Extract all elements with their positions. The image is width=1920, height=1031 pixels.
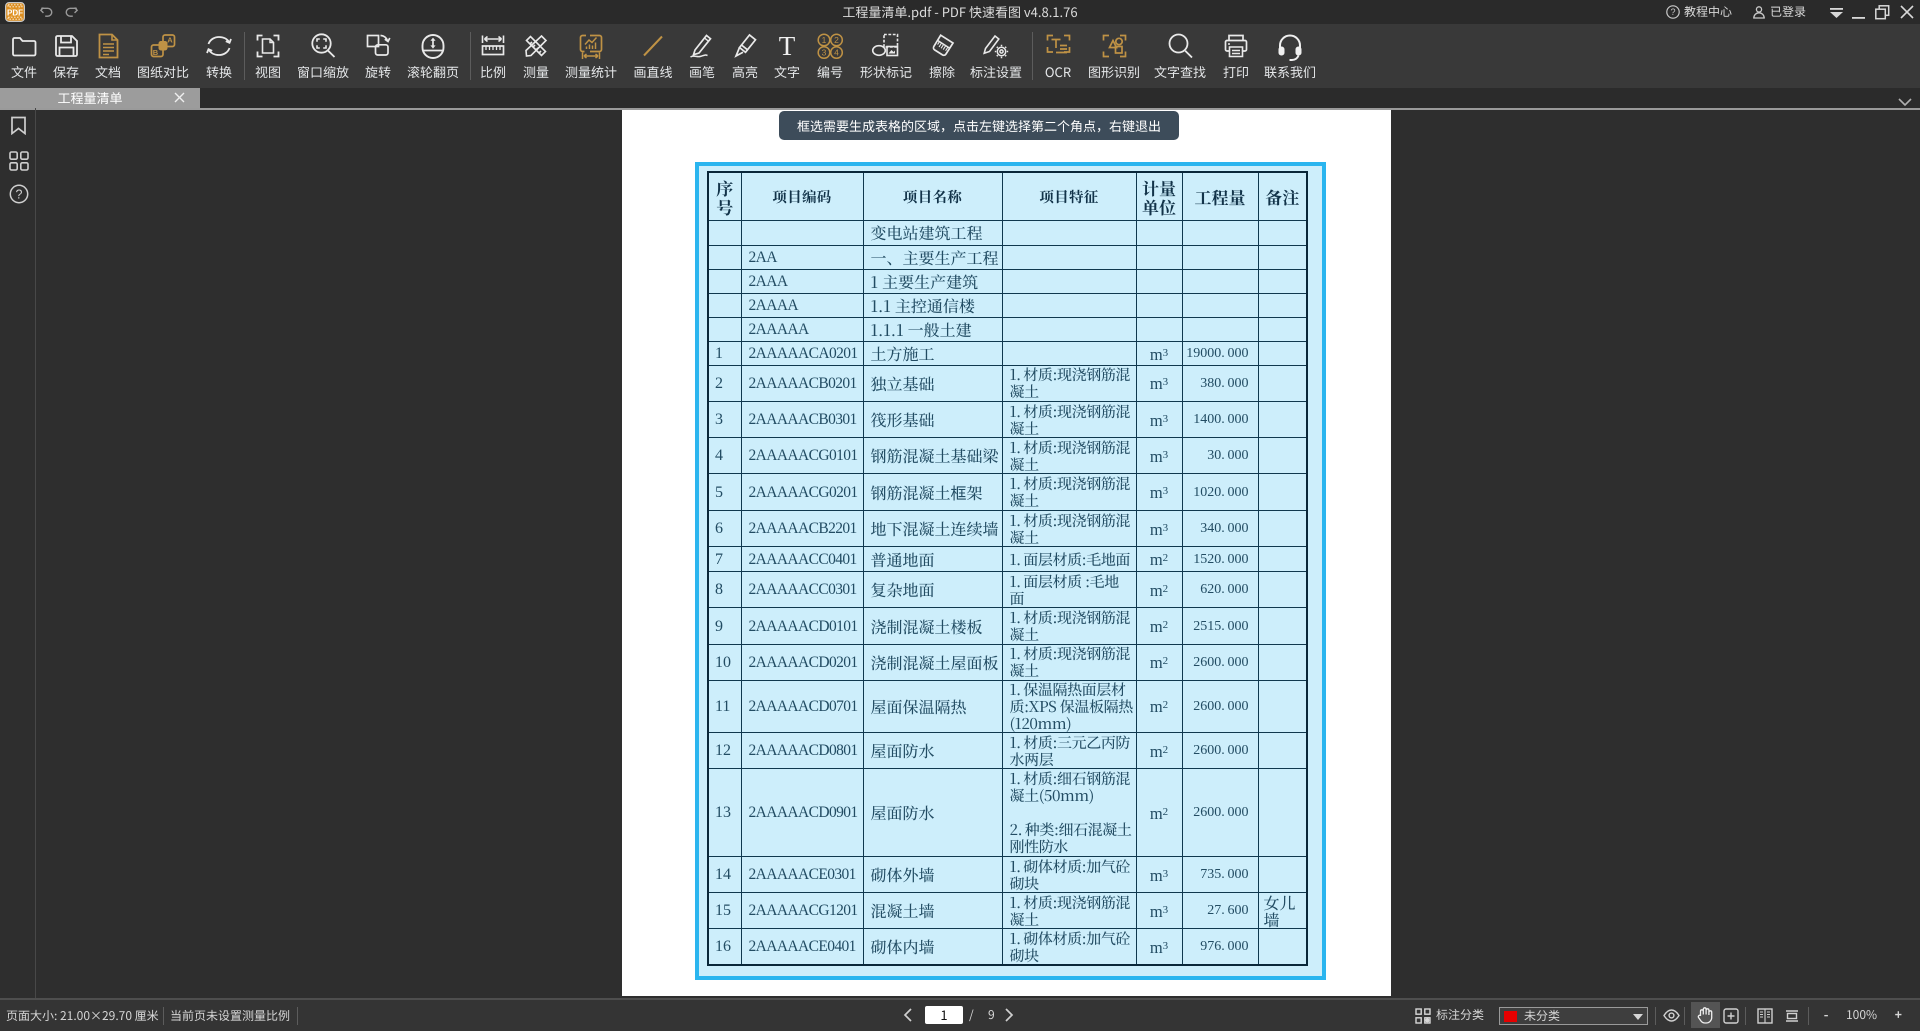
svg-text:B: B <box>153 48 159 57</box>
svg-text:?: ? <box>1670 7 1675 17</box>
svg-text:4: 4 <box>834 48 839 58</box>
svg-text:A: A <box>167 36 173 45</box>
svg-text:2: 2 <box>834 35 839 45</box>
svg-text:3: 3 <box>822 48 827 58</box>
svg-text:?: ? <box>16 188 23 202</box>
svg-text:1: 1 <box>822 35 827 45</box>
